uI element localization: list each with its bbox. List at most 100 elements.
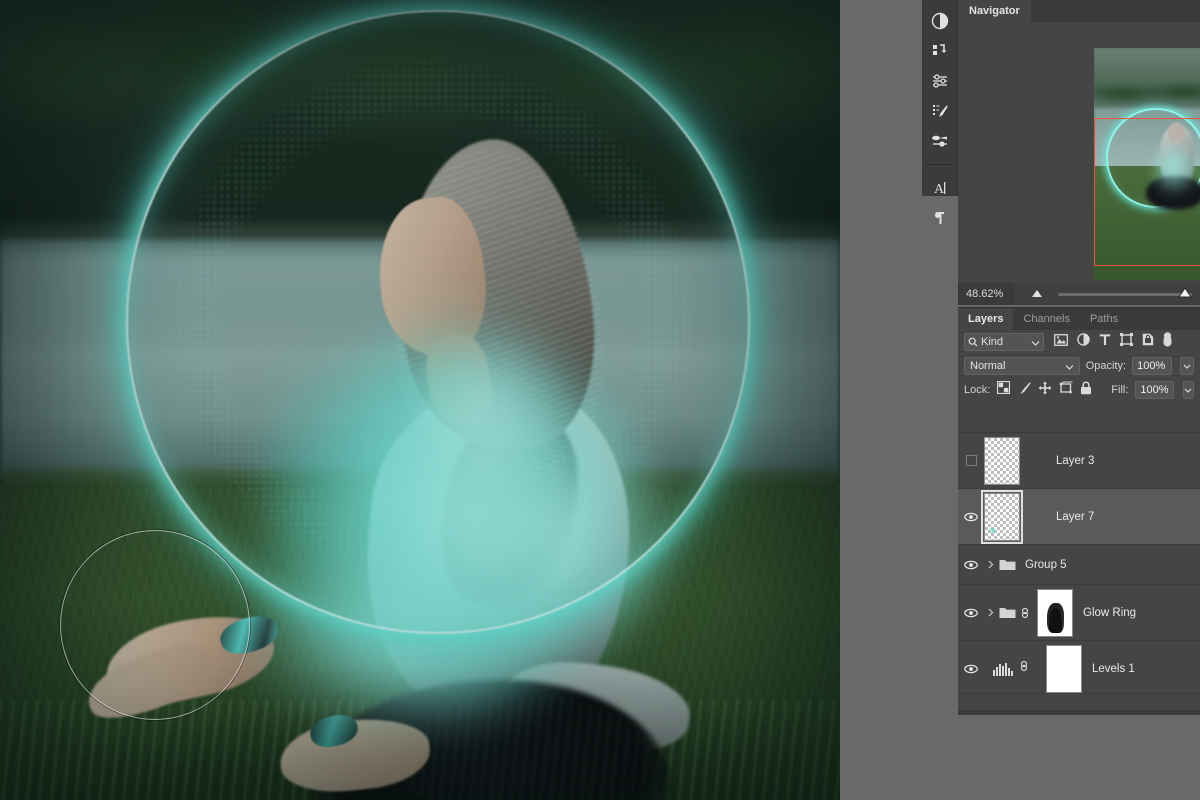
filter-smart-object-icon[interactable] [1142,333,1154,351]
layer-visibility-toggle[interactable] [958,608,984,618]
fill-input[interactable]: 100% [1135,381,1173,399]
chevron-right-icon [988,608,994,617]
adjustments-icon[interactable] [922,6,958,36]
eye-off-icon [966,455,977,466]
lock-image-pixels-icon[interactable] [1017,381,1031,400]
brush-settings-icon[interactable] [922,96,958,126]
search-icon [968,337,978,347]
tab-navigator[interactable]: Navigator [958,0,1031,22]
tab-bar-filler [1031,1,1200,22]
layer-name[interactable]: Layer 3 [1046,455,1094,467]
paragraph-icon[interactable] [922,203,958,233]
tab-layers[interactable]: Layers [958,308,1013,330]
filter-toggle-icon[interactable] [1163,332,1172,352]
folder-icon [999,606,1016,619]
layer-thumbnail-cell[interactable]: ai [984,493,1046,541]
tab-paths[interactable]: Paths [1080,308,1128,330]
mask-link-toggle[interactable] [1019,659,1029,678]
opacity-value: 100% [1137,360,1165,372]
filter-pixel-icon[interactable] [1054,333,1068,351]
tab-channels[interactable]: Channels [1013,308,1079,330]
eye-icon [964,664,978,674]
layer-visibility-toggle[interactable] [958,560,984,570]
fill-value: 100% [1140,384,1168,396]
adjustment-icon-cell[interactable] [984,659,1046,678]
blend-mode-row: Normal Opacity: 100% [958,354,1200,378]
mountain-icon [1030,285,1046,303]
layer-name[interactable]: Group 5 [1017,559,1067,571]
zoom-level-value[interactable]: 48.62% [958,283,1014,305]
chevron-down-icon [1065,357,1074,375]
group-expand-toggle[interactable] [984,608,997,617]
layer-thumbnail[interactable] [984,437,1020,485]
lock-position-icon[interactable] [1038,381,1052,400]
opacity-stepper-chevron-down-icon[interactable] [1180,357,1194,375]
zoom-slider-track[interactable] [1058,293,1192,296]
layer-visibility-toggle[interactable] [958,455,984,466]
folder-icon [999,558,1016,571]
navigator-body[interactable] [958,22,1200,282]
group-folder [997,606,1017,619]
lock-all-icon[interactable] [1080,381,1092,400]
layer-visibility-toggle[interactable] [958,664,984,674]
table-row[interactable]: Group 5 [958,545,1200,585]
opacity-input[interactable]: 100% [1132,357,1172,375]
navigator-panel: Navigator 48.62% [958,0,1200,305]
mask-link-toggle[interactable] [1017,606,1033,620]
layer-name[interactable]: Glow Ring [1073,607,1136,619]
document-canvas[interactable] [0,0,840,800]
table-row[interactable]: Glow Ring [958,585,1200,641]
layers-tab-bar: Layers Channels Paths [958,308,1200,330]
table-row[interactable]: Layer 3 [958,433,1200,489]
filter-type-icons[interactable] [1054,332,1172,352]
tab-bar-filler [1128,309,1200,330]
zoom-slider-handle[interactable] [1176,285,1194,303]
navigator-view-box[interactable] [1094,118,1200,266]
filter-type-icon[interactable] [1099,333,1111,351]
lock-label: Lock: [964,384,990,396]
layer-visibility-toggle[interactable] [958,512,984,522]
levels-histogram-icon [992,662,1014,676]
layer-filter-row: Kind [958,330,1200,354]
blend-mode-select[interactable]: Normal [964,357,1080,375]
chevron-right-icon [988,560,994,569]
libraries-icon[interactable] [922,36,958,66]
panel-icon-rail[interactable]: A [922,0,958,196]
filter-adjustment-icon[interactable] [1077,333,1090,351]
group-folder [997,558,1017,571]
filter-kind-label: Kind [981,336,1003,348]
circular-brush-cursor [60,530,250,720]
table-row[interactable]: Levels 1 [958,641,1200,694]
character-icon[interactable]: A [922,173,958,203]
brushes-icon[interactable] [922,126,958,156]
layer-name[interactable]: Levels 1 [1082,663,1135,675]
properties-icon[interactable] [922,66,958,96]
lock-row: Lock: Fill: 100% [958,378,1200,402]
layer-mask-thumbnail[interactable] [1037,589,1073,637]
navigator-footer: 48.62% [958,283,1200,305]
fill-label: Fill: [1111,384,1128,396]
layer-thumbnail[interactable]: ai [984,493,1020,541]
eye-icon [964,608,978,618]
layer-name[interactable]: Layer 7 [1046,511,1094,523]
filter-shape-icon[interactable] [1120,333,1133,351]
lock-transparent-pixels-icon[interactable] [997,381,1010,399]
layer-list[interactable]: Layer 3 ai Layer 7 [958,432,1200,694]
group-expand-toggle[interactable] [984,560,997,569]
eye-icon [964,560,978,570]
table-row[interactable]: ai Layer 7 [958,489,1200,545]
layer-thumbnail-content: ai [989,525,994,535]
filter-kind-select[interactable]: Kind [964,333,1044,351]
chevron-down-icon [1031,333,1040,351]
lock-artboard-nesting-icon[interactable] [1059,381,1073,399]
panel-bottom-edge [958,710,1200,715]
svg-text:A: A [934,182,945,197]
navigator-tab-bar: Navigator [958,0,1200,22]
opacity-label: Opacity: [1086,360,1126,372]
fill-stepper-chevron-down-icon[interactable] [1183,381,1194,399]
layer-thumbnail-cell[interactable] [984,437,1046,485]
layer-mask-thumbnail[interactable] [1046,645,1082,693]
blend-mode-value: Normal [970,360,1005,372]
eye-icon [964,512,978,522]
zoom-slider[interactable] [1014,283,1200,305]
